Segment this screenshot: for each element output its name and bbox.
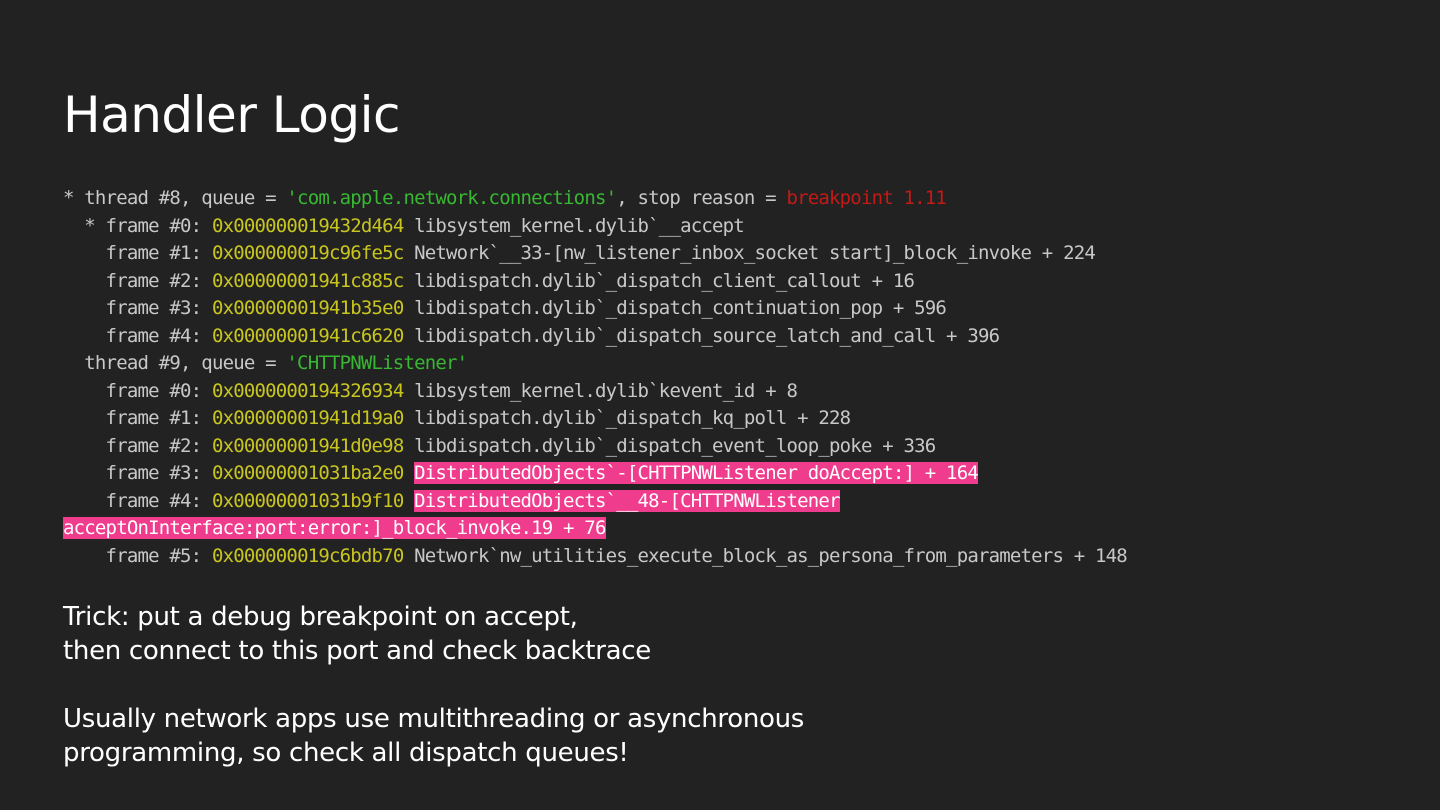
frame-symbol: libsystem_kernel.dylib`__accept — [403, 214, 745, 237]
backtrace-frame: frame #4: 0x00000001941c6620 libdispatch… — [63, 323, 1403, 351]
backtrace-frame-continuation: acceptOnInterface:port:error:]_block_inv… — [63, 515, 1403, 543]
frame-symbol: libdispatch.dylib`_dispatch_kq_poll + 22… — [403, 407, 851, 429]
frame-address: 0x00000001941c885c — [211, 269, 404, 292]
frame-address: 0x00000001941d19a0 — [211, 407, 404, 429]
frame-symbol: libdispatch.dylib`_dispatch_event_loop_p… — [403, 434, 936, 457]
usually-paragraph: Usually network apps use multithreading … — [63, 702, 804, 770]
frame-symbol: libdispatch.dylib`_dispatch_client_callo… — [403, 269, 915, 292]
backtrace-frame: * frame #0: 0x000000019432d464 libsystem… — [63, 213, 1403, 241]
backtrace-frame: frame #1: 0x000000019c96fe5c Network`__3… — [63, 240, 1403, 268]
frame-label: frame #2: — [63, 434, 212, 457]
stop-reason-label: , stop reason = — [616, 187, 787, 209]
backtrace-block: * thread #8, queue = 'com.apple.network.… — [63, 185, 1403, 570]
frame-symbol: libdispatch.dylib`_dispatch_source_latch… — [403, 324, 1000, 347]
highlighted-symbol: acceptOnInterface:port:error:]_block_inv… — [63, 517, 606, 539]
thread-label: * thread #8, queue = — [63, 187, 287, 209]
frame-label: frame #4: — [63, 324, 212, 347]
highlighted-symbol: DistributedObjects`-[CHTTPNWListener doA… — [414, 462, 979, 484]
frame-address: 0x00000001941b35e0 — [211, 297, 404, 319]
frame-label: frame #1: — [63, 407, 212, 429]
paragraph-line: then connect to this port and check back… — [63, 636, 651, 666]
frame-label: frame #2: — [63, 269, 212, 292]
backtrace-frame-highlighted: frame #4: 0x00000001031b9f10 Distributed… — [63, 488, 1403, 516]
frame-label: frame #3: — [63, 297, 212, 319]
queue-name: 'CHTTPNWListener' — [286, 352, 468, 374]
frame-label: frame #5: — [63, 544, 212, 567]
paragraph-line: Usually network apps use multithreading … — [63, 704, 805, 734]
frame-address: 0x000000019432d464 — [211, 214, 404, 237]
backtrace-frame: frame #2: 0x00000001941c885c libdispatch… — [63, 268, 1403, 296]
frame-address: 0x00000001941d0e98 — [211, 434, 404, 457]
stop-reason: breakpoint 1.11 — [786, 187, 947, 209]
queue-name: 'com.apple.network.connections' — [286, 187, 617, 209]
backtrace-frame: frame #0: 0x0000000194326934 libsystem_k… — [63, 378, 1403, 406]
frame-address: 0x00000001941c6620 — [211, 324, 404, 347]
frame-symbol: libsystem_kernel.dylib`kevent_id + 8 — [403, 379, 798, 402]
frame-label: frame #1: — [63, 242, 212, 264]
frame-label: frame #0: — [63, 379, 212, 402]
backtrace-thread-8: * thread #8, queue = 'com.apple.network.… — [63, 185, 1403, 213]
frame-label: frame #4: — [63, 489, 212, 512]
backtrace-frame: frame #1: 0x00000001941d19a0 libdispatch… — [63, 405, 1403, 433]
slide-title: Handler Logic — [63, 86, 400, 144]
frame-symbol: Network`nw_utilities_execute_block_as_pe… — [403, 544, 1128, 567]
frame-label: frame #3: — [63, 462, 212, 484]
trick-paragraph: Trick: put a debug breakpoint on accept,… — [63, 600, 651, 668]
backtrace-frame: frame #5: 0x000000019c6bdb70 Network`nw_… — [63, 543, 1403, 571]
frame-separator — [403, 462, 414, 484]
frame-symbol: libdispatch.dylib`_dispatch_continuation… — [403, 297, 947, 319]
frame-address: 0x00000001031b9f10 — [211, 489, 404, 512]
frame-address: 0x00000001031ba2e0 — [211, 462, 404, 484]
backtrace-thread-9: thread #9, queue = 'CHTTPNWListener' — [63, 350, 1403, 378]
backtrace-frame-highlighted: frame #3: 0x00000001031ba2e0 Distributed… — [63, 460, 1403, 488]
frame-separator — [403, 490, 414, 512]
frame-label: * frame #0: — [63, 214, 212, 237]
frame-address: 0x000000019c96fe5c — [211, 242, 404, 264]
highlighted-symbol: DistributedObjects`__48-[CHTTPNWListener — [414, 489, 840, 512]
thread-label: thread #9, queue = — [63, 352, 287, 374]
frame-address: 0x0000000194326934 — [211, 379, 404, 402]
frame-symbol: Network`__33-[nw_listener_inbox_socket s… — [403, 242, 1096, 264]
paragraph-line: Trick: put a debug breakpoint on accept, — [63, 602, 578, 632]
frame-address: 0x000000019c6bdb70 — [211, 544, 404, 567]
paragraph-line: programming, so check all dispatch queue… — [63, 738, 629, 768]
backtrace-frame: frame #3: 0x00000001941b35e0 libdispatch… — [63, 295, 1403, 323]
backtrace-frame: frame #2: 0x00000001941d0e98 libdispatch… — [63, 433, 1403, 461]
